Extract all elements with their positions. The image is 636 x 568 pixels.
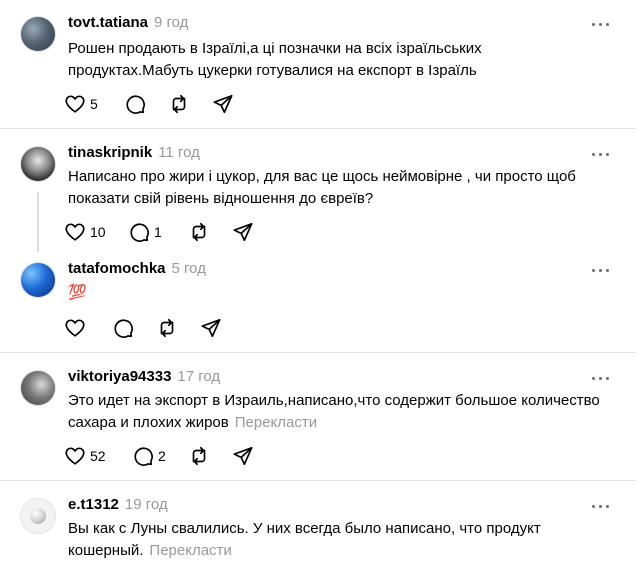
more-options-icon[interactable] [588,498,614,514]
send-icon [213,94,233,114]
divider [0,352,636,353]
comment-text: Вы как с Луны свалились. У них всегда бы… [68,518,608,562]
heart-icon [65,447,85,465]
reply-count: 1 [154,224,162,240]
like-button[interactable]: 5 [64,90,98,118]
reply-button[interactable] [124,90,146,118]
username[interactable]: tatafomochka [68,260,166,277]
comment-body: Вы как с Луны свалились. У них всегда бы… [68,520,541,559]
translate-link[interactable]: Перекласти [235,414,317,431]
repost-icon [192,222,206,242]
timestamp[interactable]: 17 год [177,368,220,385]
avatar[interactable] [20,146,56,182]
comment-text: Написано про жири і цукор, для вас це що… [68,168,576,207]
repost-button[interactable] [188,218,210,246]
comment-icon [126,95,145,114]
like-count: 10 [90,224,106,240]
share-button[interactable] [200,314,222,342]
heart-icon [65,319,85,337]
repost-icon [192,446,206,466]
username[interactable]: tinaskripnik [68,144,152,161]
reply-count: 2 [158,448,166,464]
avatar[interactable] [20,262,56,298]
comment-icon [114,319,133,338]
share-button[interactable] [212,90,234,118]
reply-button[interactable]: 1 [128,218,162,246]
like-button[interactable] [64,314,86,342]
like-count: 52 [90,448,106,464]
like-button[interactable]: 10 [64,218,106,246]
comment-icon [134,447,153,466]
heart-icon [65,223,85,241]
comment-icon [130,223,149,242]
repost-icon [172,94,186,114]
comment-text: Рошен продають в Ізраїлі,а ці позначки н… [68,40,482,79]
like-count: 5 [90,96,98,112]
share-button[interactable] [232,442,254,470]
username[interactable]: e.t1312 [68,496,119,513]
send-icon [233,222,253,242]
repost-button[interactable] [156,314,178,342]
timestamp[interactable]: 5 год [172,260,206,277]
reply-button[interactable]: 2 [132,442,166,470]
divider [0,480,636,481]
more-options-icon[interactable] [588,262,614,278]
avatar[interactable] [20,498,56,534]
more-options-icon[interactable] [588,370,614,386]
comment-text: 💯 [68,284,87,301]
share-button[interactable] [232,218,254,246]
comment-text: Это идет на экспорт в Израиль,написано,ч… [68,390,608,434]
repost-button[interactable] [168,90,190,118]
avatar[interactable] [20,370,56,406]
timestamp[interactable]: 11 год [158,144,200,161]
heart-icon [65,95,85,113]
send-icon [233,446,253,466]
timestamp[interactable]: 19 год [125,496,168,513]
repost-button[interactable] [188,442,210,470]
like-button[interactable]: 52 [64,442,106,470]
thread-line [37,192,39,252]
username[interactable]: viktoriya94333 [68,368,171,385]
reply-button[interactable] [112,314,134,342]
avatar[interactable] [20,16,56,52]
more-options-icon[interactable] [588,146,614,162]
divider [0,128,636,129]
repost-icon [160,318,174,338]
comment-body: Это идет на экспорт в Израиль,написано,ч… [68,392,600,431]
pearl-image [30,508,46,524]
timestamp[interactable]: 9 год [154,14,188,31]
translate-link[interactable]: Перекласти [149,542,231,559]
send-icon [201,318,221,338]
username[interactable]: tovt.tatiana [68,14,148,31]
more-options-icon[interactable] [588,16,614,32]
